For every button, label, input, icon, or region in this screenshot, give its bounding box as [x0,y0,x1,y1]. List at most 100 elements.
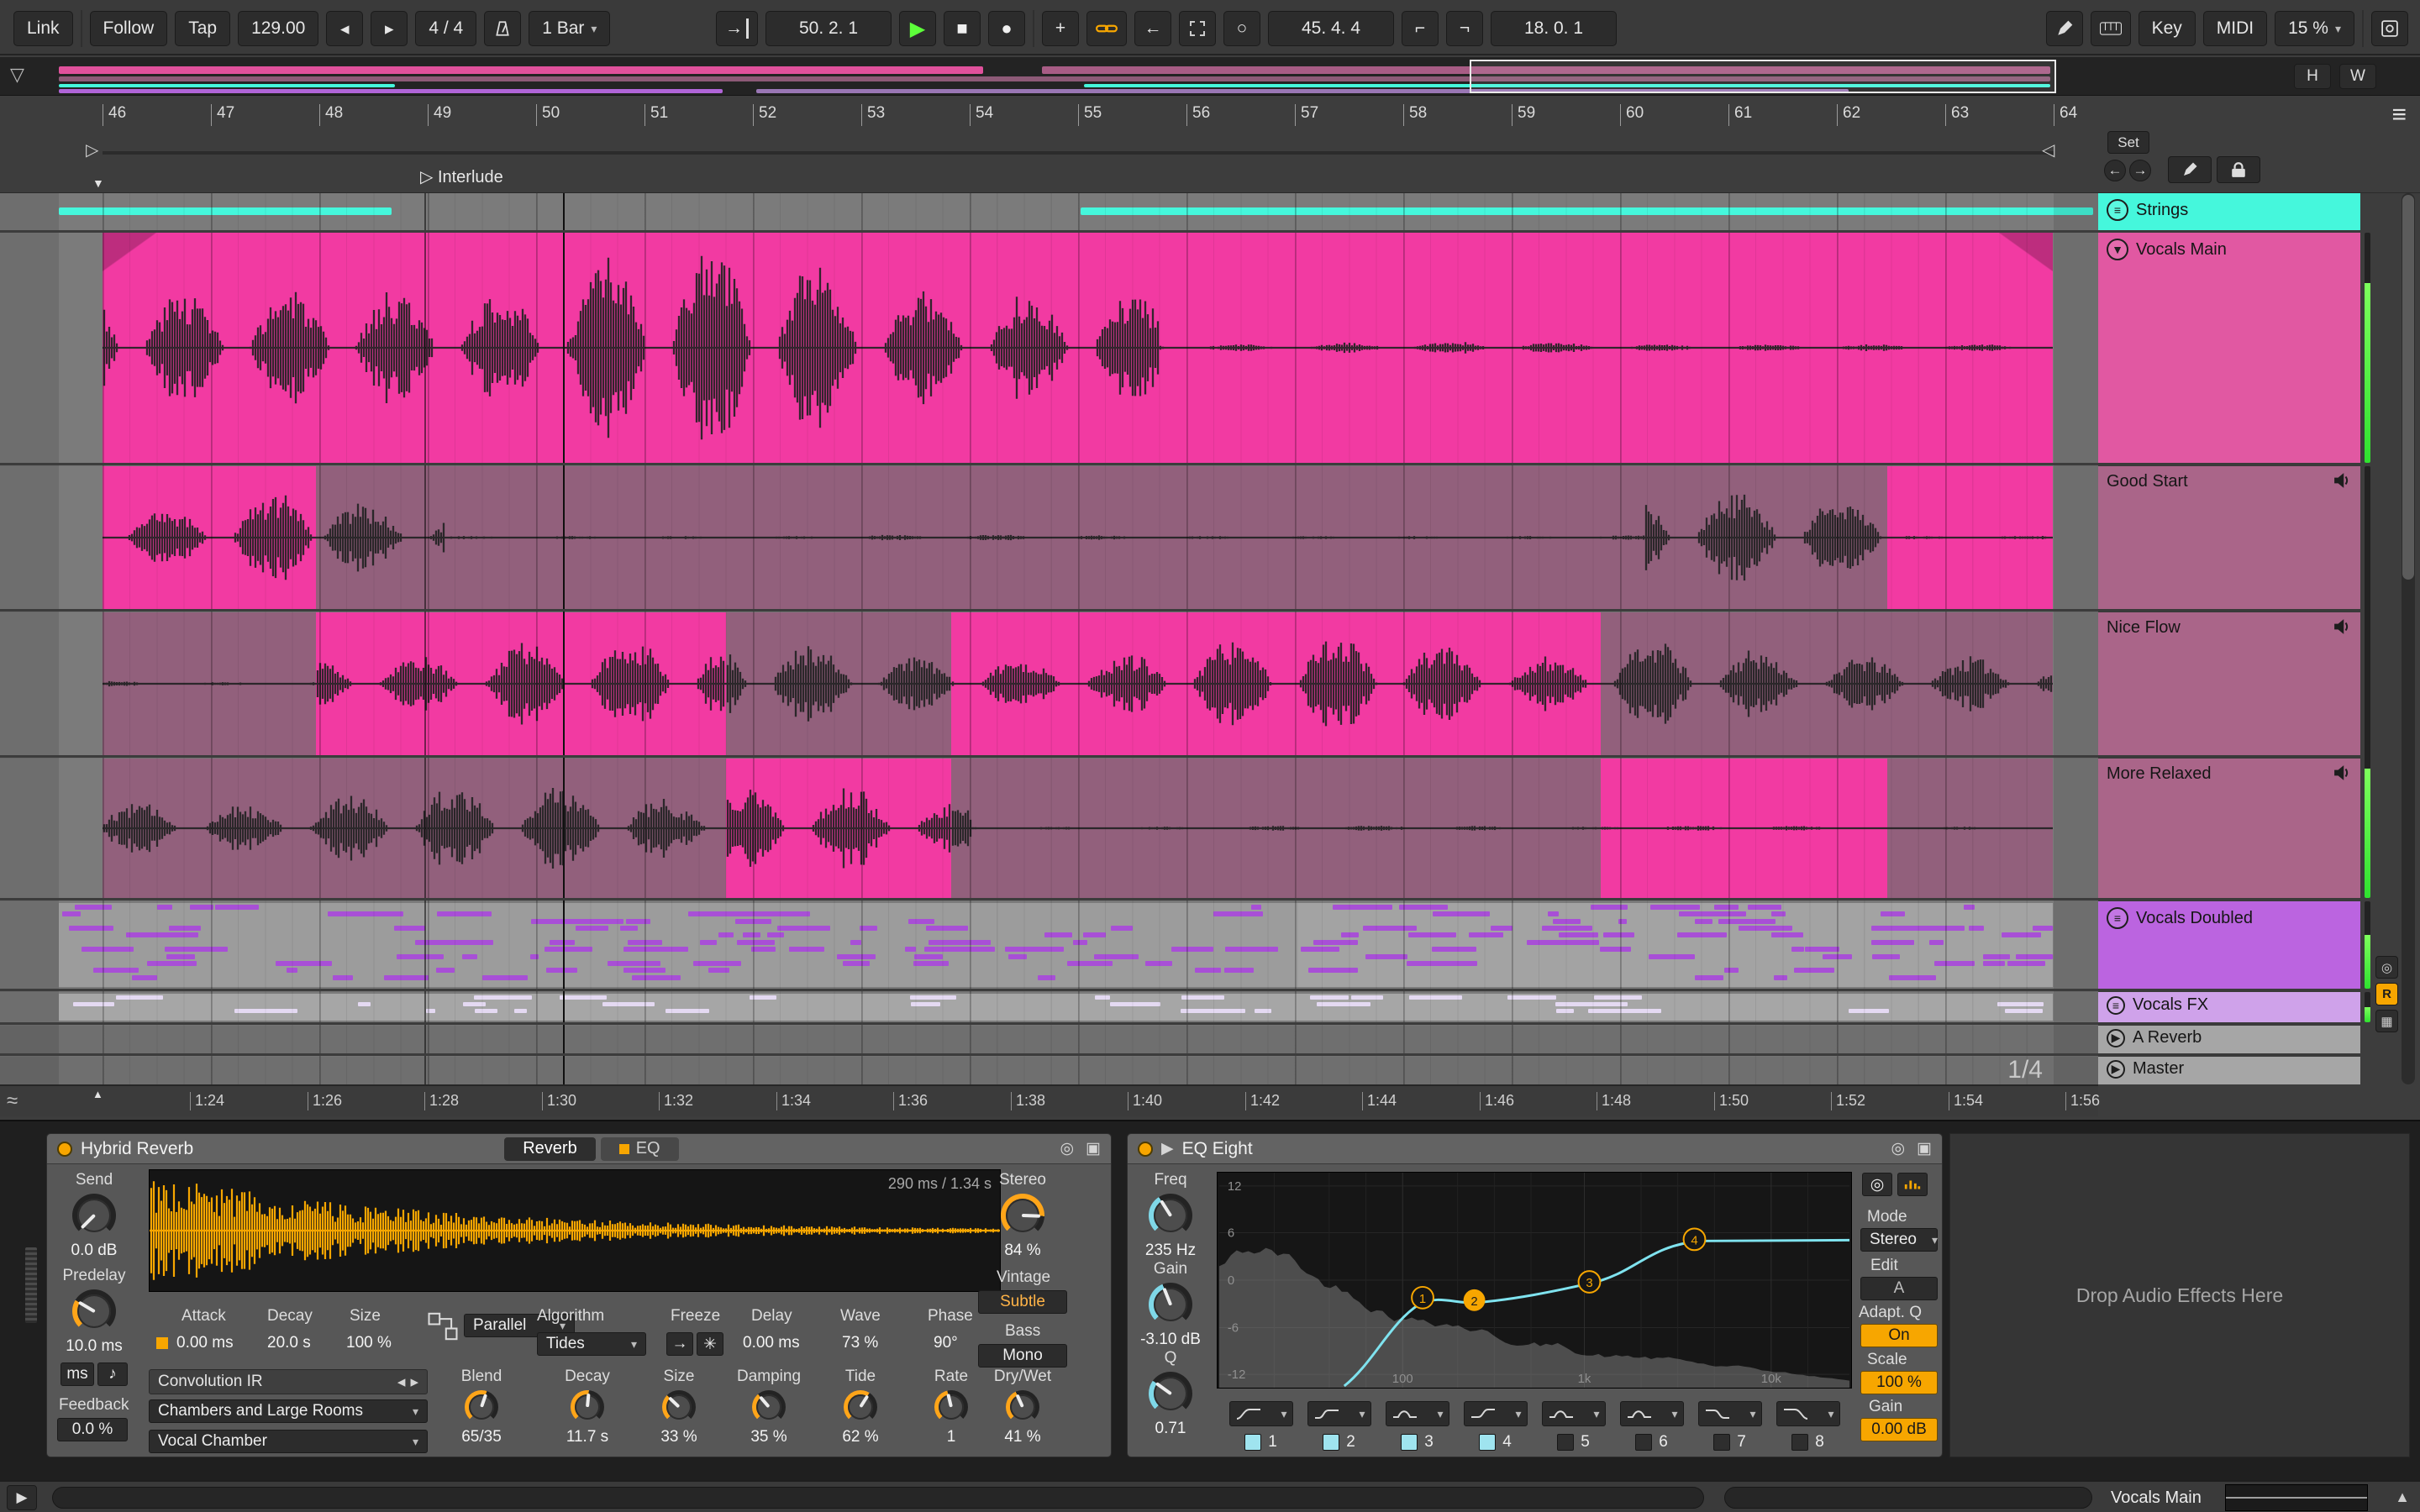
midi-clip[interactable] [59,903,1298,987]
take-lane-header-nice-flow[interactable]: Nice Flow [2098,612,2360,755]
device-on-icon[interactable] [57,1141,72,1157]
draw-mode-icon[interactable] [2045,11,2083,46]
group-icon[interactable]: ≡ [2107,907,2128,929]
analyzer-toggle-icon[interactable] [1897,1173,1928,1196]
take-lane-header-more-relaxed[interactable]: More Relaxed [2098,759,2360,898]
freq-knob[interactable] [1149,1194,1192,1237]
eq-band-handle-2[interactable]: 2 [1463,1289,1486,1311]
midi-overdub-icon[interactable] [1086,11,1127,46]
quantize-menu[interactable]: 1 Bar ▾ [529,11,611,46]
tempo-field[interactable]: 129.00 [238,11,319,46]
output-gain-field[interactable]: 0.00 dB [1860,1418,1938,1441]
set-locator-button[interactable]: Set [2107,131,2149,154]
conv-size-knob[interactable] [662,1390,696,1424]
playhead[interactable] [563,193,565,1084]
delay-field[interactable]: 0.00 ms [743,1334,800,1352]
tap-tempo-button[interactable]: Tap [175,11,231,46]
track-lane-master[interactable] [0,1057,2098,1084]
time-ruler[interactable]: ≈ ▲ 1:24 1:26 1:28 1:30 1:32 1:34 1:36 1… [0,1084,2100,1116]
adapt-q-toggle[interactable]: On [1860,1324,1938,1347]
track-panel-toggle-icon[interactable]: ≡ [2391,101,2407,129]
loop-length-field[interactable]: 18. 0. 1 [1491,11,1617,46]
band-5-filter-dropdown[interactable]: ▾ [1541,1401,1606,1426]
disk-overload-icon[interactable] [2371,11,2408,46]
band-1-toggle[interactable]: 1 [1244,1433,1277,1452]
audio-clip[interactable] [951,612,1601,755]
status-message-field[interactable] [52,1487,1704,1509]
bass-mono-selector[interactable]: Mono [978,1344,1067,1368]
size-field[interactable]: 100 % [346,1334,392,1352]
stop-button[interactable]: ■ [944,11,981,46]
audio-clip[interactable] [951,759,1601,898]
ms-toggle[interactable]: ms [60,1362,94,1386]
cpu-meter[interactable]: 15 % ▾ [2275,11,2354,46]
play-button[interactable]: ▶ [899,11,936,46]
audio-clip[interactable] [1887,466,2053,609]
midi-map-button[interactable]: MIDI [2202,11,2268,46]
loop-start-field[interactable]: 45. 4. 4 [1268,11,1394,46]
automation-mode-icon[interactable] [1179,11,1216,46]
band-2-filter-dropdown[interactable]: ▾ [1307,1401,1371,1426]
audio-clip[interactable] [103,233,2053,463]
scale-field[interactable]: 100 % [1860,1371,1938,1394]
play-icon[interactable]: ▶ [2107,1028,2125,1047]
take-lane-header-good-start[interactable]: Good Start [2098,466,2360,609]
loop-end-handle[interactable]: ◁ [2042,139,2054,160]
band-2-toggle[interactable]: 2 [1323,1433,1355,1452]
expand-clip-view-icon[interactable]: ▲ [2395,1488,2410,1506]
q-knob[interactable] [1149,1372,1192,1415]
punch-in-icon[interactable]: ⌐ [1402,11,1439,46]
beat-time-ruler[interactable]: 46 47 48 49 50 51 52 53 54 55 56 57 58 5… [0,96,2420,193]
audio-clip[interactable] [726,612,951,755]
tide-knob[interactable] [844,1390,877,1424]
conv-decay-knob[interactable] [571,1390,604,1424]
vintage-selector[interactable]: Subtle [978,1290,1067,1314]
audition-take-icon[interactable] [2332,618,2352,640]
blend-knob[interactable] [465,1390,498,1424]
ir-file-dropdown[interactable]: Vocal Chamber ▾ [149,1430,428,1453]
take-lane-more-relaxed[interactable] [0,759,2098,898]
device-eq-eight[interactable]: ▶ EQ Eight ◎ ▣ Freq 235 Hz Gain -3.10 dB… [1127,1133,1943,1457]
audio-clip[interactable] [1887,759,2053,898]
fade-out-handle[interactable] [1999,233,2053,271]
dry-wet-knob[interactable] [1006,1390,1039,1424]
fold-device-icon[interactable]: ▶ [1161,1139,1174,1158]
next-ir-icon[interactable]: ▸ [410,1373,418,1392]
algorithm-dropdown[interactable]: Tides ▾ [537,1332,646,1356]
preview-play-icon[interactable]: ▶ [7,1485,37,1510]
prev-locator-button[interactable]: ← [2104,160,2126,181]
vertical-scrollbar[interactable] [2402,193,2415,1084]
audio-clip[interactable] [103,612,316,755]
audio-clip[interactable] [726,759,951,898]
audition-icon[interactable]: ◎ [1862,1173,1892,1196]
audio-clip[interactable] [1601,612,2053,755]
midi-clip[interactable] [1298,903,2053,987]
arrangement-position-field[interactable]: 50. 2. 1 [765,11,892,46]
edit-ab-button[interactable]: A [1860,1277,1938,1300]
play-icon[interactable]: ▶ [2107,1059,2125,1079]
audition-take-icon[interactable] [2332,472,2352,494]
audio-clip[interactable] [103,466,316,609]
ir-waveform-display[interactable]: 290 ms / 1.34 s [149,1169,1001,1292]
clip-overview-thumbnail[interactable] [2225,1484,2368,1511]
band-3-filter-dropdown[interactable]: ▾ [1385,1401,1449,1426]
track-header-vocals-doubled[interactable]: ≡ Vocals Doubled [2098,901,2360,989]
sync-note-toggle[interactable]: ♪ [97,1362,128,1386]
overview-viewport[interactable] [1470,60,2056,93]
freeze-in-button[interactable]: → [666,1332,693,1356]
device-hybrid-reverb[interactable]: Hybrid Reverb Reverb EQ ◎ ▣ Send 0.0 dB … [46,1133,1112,1457]
device-header[interactable]: ▶ EQ Eight ◎ ▣ [1128,1134,1942,1164]
audition-take-icon[interactable] [2332,764,2352,786]
locator-marker[interactable]: ▷ Interlude [420,166,503,187]
eq-band-handle-1[interactable]: 1 [1411,1285,1434,1310]
eq-band-handle-3[interactable]: 3 [1577,1270,1602,1294]
band-6-toggle[interactable]: 6 [1635,1433,1668,1452]
track-header-a-reverb[interactable]: ▶ A Reverb [2098,1026,2360,1053]
loop-switch-icon[interactable]: ○ [1223,11,1260,46]
take-lane-nice-flow[interactable] [0,612,2098,755]
device-drop-zone[interactable]: Drop Audio Effects Here [1949,1133,2410,1457]
punch-out-icon[interactable]: ¬ [1446,11,1483,46]
eq-band-handle-4[interactable]: 4 [1682,1227,1707,1252]
phase-field[interactable]: 90° [934,1334,958,1352]
band-1-filter-dropdown[interactable]: ▾ [1228,1401,1293,1426]
